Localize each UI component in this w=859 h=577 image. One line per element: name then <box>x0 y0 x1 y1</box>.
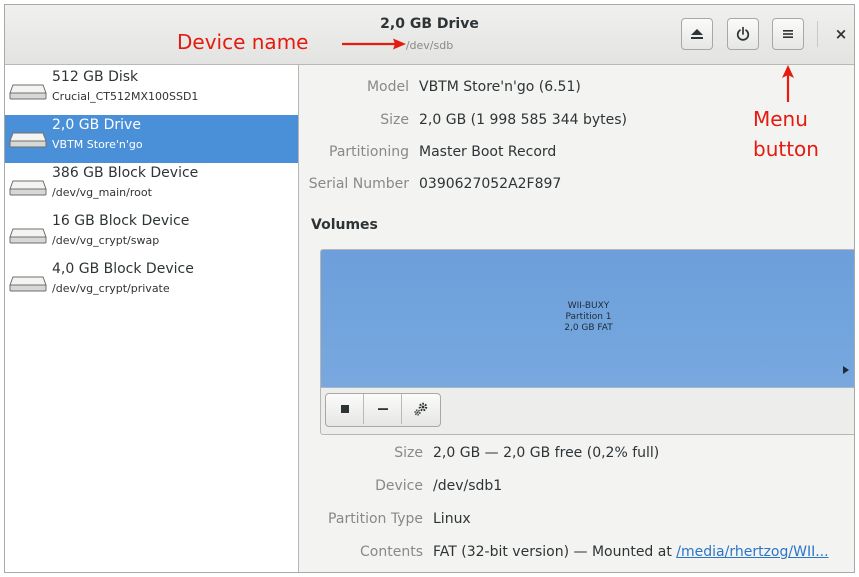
device-model: VBTM Store'n'go <box>52 138 143 151</box>
eject-icon <box>691 29 703 39</box>
device-name: 386 GB Block Device <box>52 165 199 181</box>
partitioning-label: Partitioning <box>329 144 409 160</box>
device-path: /dev/vg_main/root <box>52 186 152 199</box>
device-item[interactable]: 386 GB Block Device /dev/vg_main/root <box>5 163 298 211</box>
partition-block[interactable]: WII-BUXY Partition 1 2,0 GB FAT <box>321 250 854 388</box>
play-arrow-icon <box>843 366 849 374</box>
power-off-button[interactable] <box>727 18 759 50</box>
arrow-up-icon <box>782 65 794 102</box>
stop-icon <box>340 405 349 413</box>
partition-type-label: Partition Type <box>328 511 423 527</box>
partitioning-value: Master Boot Record <box>419 144 557 160</box>
device-model: Crucial_CT512MX100SSD1 <box>52 90 199 103</box>
device-name: 2,0 GB Drive <box>52 117 141 133</box>
volume-map: WII-BUXY Partition 1 2,0 GB FAT <box>320 249 854 435</box>
menu-button[interactable] <box>772 18 804 50</box>
drive-icon <box>9 276 47 292</box>
drive-icon <box>9 84 47 100</box>
device-name: 4,0 GB Block Device <box>52 261 194 277</box>
partition-label: WII-BUXY <box>567 301 610 311</box>
close-button[interactable]: × <box>830 22 852 46</box>
partition-settings-button[interactable] <box>402 394 440 424</box>
gears-icon <box>414 402 428 416</box>
partition-size-value: 2,0 GB — 2,0 GB free (0,2% full) <box>433 445 660 461</box>
size-value: 2,0 GB (1 998 585 344 bytes) <box>419 112 627 128</box>
remove-partition-button[interactable] <box>364 394 402 424</box>
drive-icon <box>9 180 47 196</box>
mount-point-link[interactable]: /media/rhertzog/WII... <box>676 544 828 560</box>
volumes-heading: Volumes <box>311 217 378 233</box>
partition-device-value: /dev/sdb1 <box>433 478 503 494</box>
partition-number: Partition 1 <box>565 312 612 322</box>
partition-desc: 2,0 GB FAT <box>564 323 613 333</box>
menu-annotation-line1: Menu <box>753 107 808 131</box>
arrow-right-icon <box>342 38 406 50</box>
device-name: 512 GB Disk <box>52 69 139 85</box>
device-item[interactable]: 512 GB Disk Crucial_CT512MX100SSD1 <box>5 67 298 115</box>
model-label: Model <box>366 79 409 95</box>
device-item[interactable]: 4,0 GB Block Device /dev/vg_crypt/privat… <box>5 259 298 307</box>
serial-value: 0390627052A2F897 <box>419 176 562 192</box>
drive-icon <box>9 228 47 244</box>
device-path: /dev/vg_crypt/swap <box>52 234 160 247</box>
close-icon: × <box>834 25 848 43</box>
menu-annotation-line2: button <box>753 137 819 161</box>
contents-label: Contents <box>360 544 423 560</box>
device-item-selected[interactable]: 2,0 GB Drive VBTM Store'n'go <box>5 115 298 163</box>
contents-text: FAT (32-bit version) — Mounted at <box>433 544 677 560</box>
power-icon <box>736 26 750 41</box>
device-item[interactable]: 16 GB Block Device /dev/vg_crypt/swap <box>5 211 298 259</box>
partition-device-label: Device <box>375 478 423 494</box>
header-bar: 2,0 GB Drive /dev/sdb × <box>5 5 854 65</box>
model-value: VBTM Store'n'go (6.51) <box>419 79 581 95</box>
drive-icon <box>9 132 47 148</box>
contents-value: FAT (32-bit version) — Mounted at /media… <box>433 544 829 560</box>
header-separator <box>817 21 818 47</box>
device-list: 512 GB Disk Crucial_CT512MX100SSD1 2,0 G… <box>5 65 299 572</box>
volume-toolbar <box>325 393 441 427</box>
eject-button[interactable] <box>681 18 713 50</box>
disks-window: 2,0 GB Drive /dev/sdb × 512 GB Disk Cruc… <box>4 4 855 573</box>
device-name: 16 GB Block Device <box>52 213 190 229</box>
partition-type-value: Linux <box>433 511 471 527</box>
size-label: Size <box>380 112 409 128</box>
minus-icon <box>377 408 388 410</box>
serial-label: Serial Number <box>308 176 409 192</box>
hamburger-icon <box>783 30 793 38</box>
stop-button[interactable] <box>326 394 364 424</box>
partition-size-label: Size <box>394 445 423 461</box>
device-name-annotation: Device name <box>177 30 309 54</box>
device-path: /dev/vg_crypt/private <box>52 282 170 295</box>
